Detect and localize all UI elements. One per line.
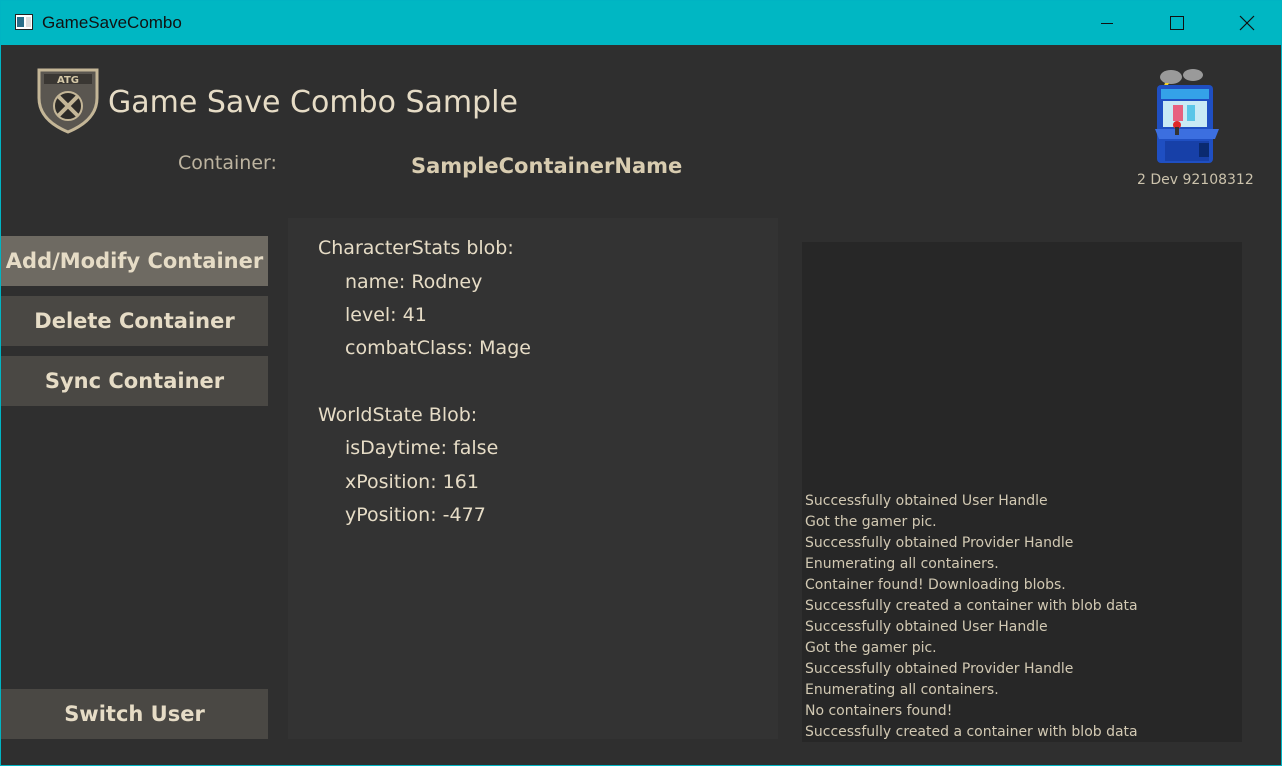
world-field-xposition: xPosition: 161 <box>345 471 479 493</box>
log-line: Successfully obtained User Handle <box>805 619 1048 635</box>
window-title: GameSaveCombo <box>42 13 182 32</box>
log-line: Successfully created a container with bl… <box>805 598 1138 614</box>
minimize-button[interactable] <box>1072 1 1142 45</box>
log-line: No containers found! <box>805 703 953 719</box>
sync-container-button[interactable]: Sync Container <box>1 356 268 406</box>
close-icon <box>1239 15 1255 31</box>
dev-id: 2 Dev 92108312 <box>1137 172 1254 188</box>
delete-container-button[interactable]: Delete Container <box>1 296 268 346</box>
switch-user-button[interactable]: Switch User <box>1 689 268 739</box>
atg-logo-icon: ATG <box>37 68 99 134</box>
log-line: Successfully obtained Provider Handle <box>805 661 1074 677</box>
blob-content-panel: CharacterStats blob: name: Rodney level:… <box>288 218 778 739</box>
container-name: SampleContainerName <box>411 154 683 178</box>
page-title: Game Save Combo Sample <box>108 85 518 120</box>
character-field-level: level: 41 <box>345 304 427 326</box>
log-line: Successfully obtained Provider Handle <box>805 535 1074 551</box>
maximize-button[interactable] <box>1142 1 1212 45</box>
log-line: Container found! Downloading blobs. <box>805 577 1066 593</box>
app-icon <box>15 14 33 30</box>
minimize-icon <box>1101 23 1113 24</box>
add-modify-container-button[interactable]: Add/Modify Container <box>1 236 268 286</box>
log-line: Enumerating all containers. <box>805 682 999 698</box>
world-blob-title: WorldState Blob: <box>318 404 478 426</box>
gamer-pic-arcade-icon[interactable] <box>1151 67 1223 167</box>
character-field-class: combatClass: Mage <box>345 337 531 359</box>
character-field-name: name: Rodney <box>345 271 483 293</box>
log-line: Got the gamer pic. <box>805 514 937 530</box>
logo-text: ATG <box>57 75 79 86</box>
maximize-icon <box>1170 16 1184 30</box>
log-line: Enumerating all containers. <box>805 556 999 572</box>
log-line: Successfully obtained User Handle <box>805 493 1048 509</box>
container-label: Container: <box>178 152 277 174</box>
log-line: Got the gamer pic. <box>805 640 937 656</box>
title-bar[interactable]: GameSaveCombo <box>1 1 1281 45</box>
world-field-yposition: yPosition: -477 <box>345 504 486 526</box>
log-panel[interactable]: Successfully obtained User Handle Got th… <box>802 242 1242 742</box>
close-button[interactable] <box>1212 1 1282 45</box>
app-window: GameSaveCombo ATG Game Save Combo Sample… <box>0 0 1282 766</box>
log-line: Successfully created a container with bl… <box>805 724 1138 740</box>
character-blob-title: CharacterStats blob: <box>318 237 514 259</box>
world-field-daytime: isDaytime: false <box>345 437 499 459</box>
